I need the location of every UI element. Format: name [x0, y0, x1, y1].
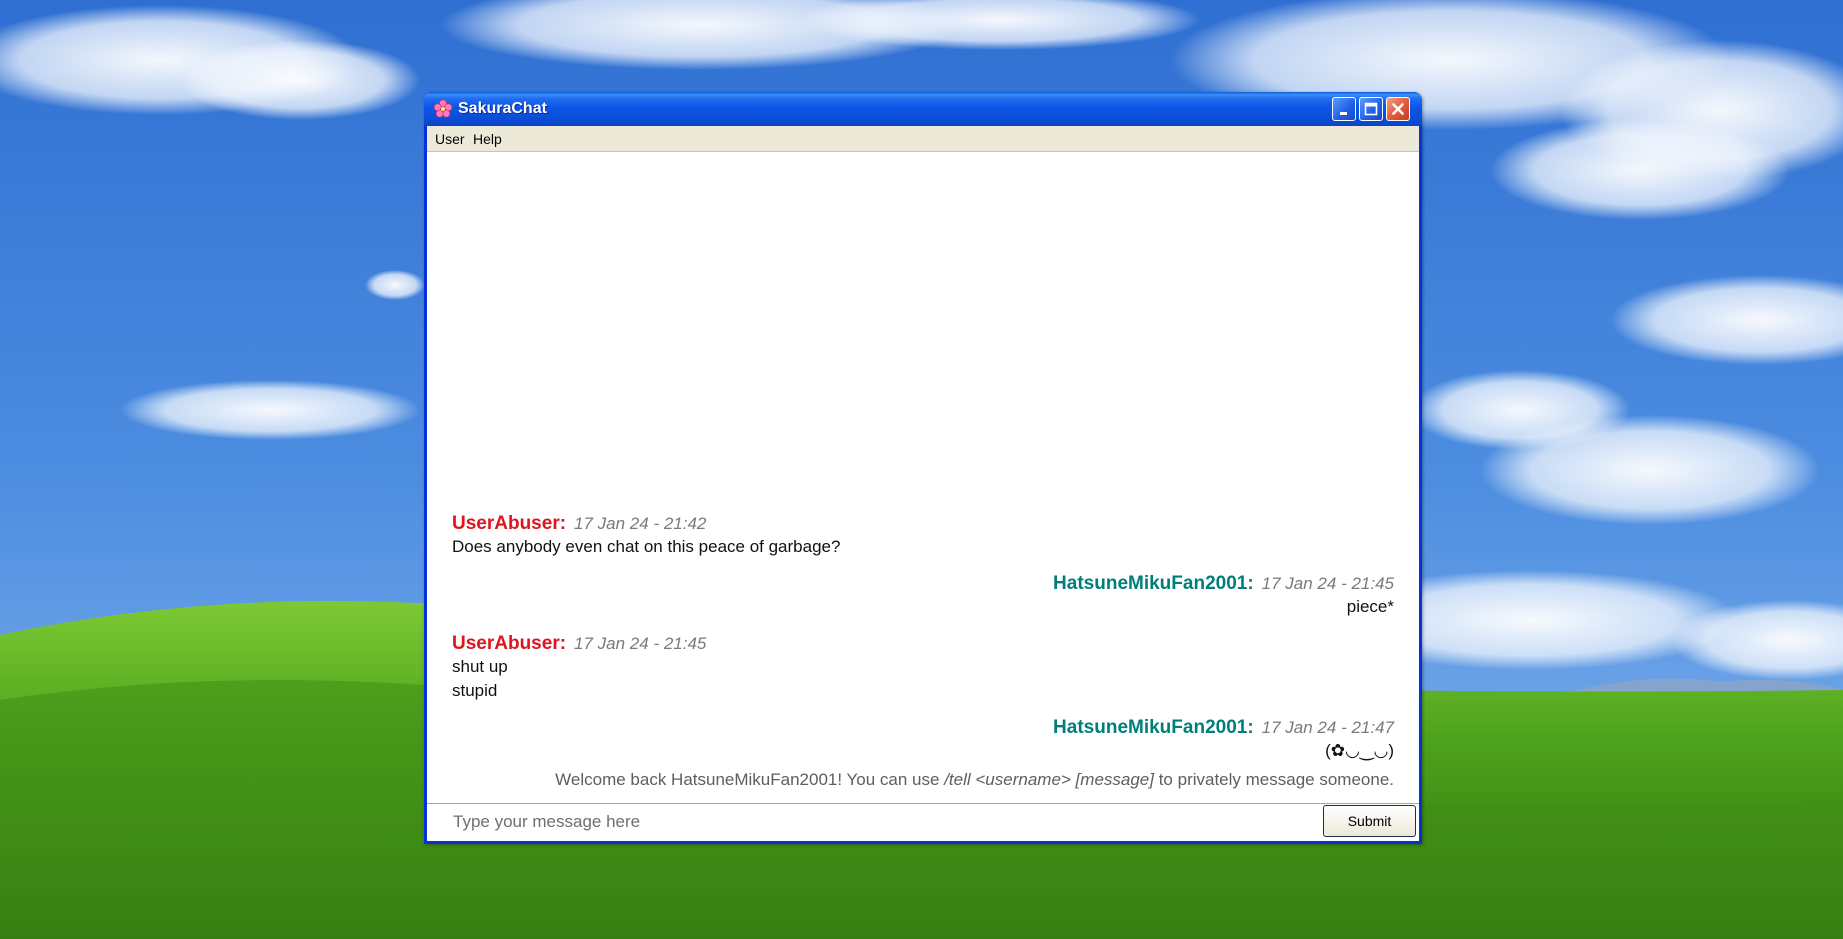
chat-message: UserAbuser: 17 Jan 24 - 21:45 shut up stu…	[452, 633, 706, 703]
system-message-prefix: Welcome back HatsuneMikuFan2001! You can…	[555, 770, 945, 789]
maximize-icon	[1364, 102, 1378, 116]
system-message-suffix: to privately message someone.	[1153, 770, 1394, 789]
message-sender[interactable]: UserAbuser:	[452, 513, 566, 534]
message-sender[interactable]: HatsuneMikuFan2001:	[1053, 717, 1254, 738]
message-timestamp: 17 Jan 24 - 21:42	[574, 514, 707, 533]
composer-bar: Submit	[427, 803, 1419, 841]
minimize-button[interactable]	[1332, 97, 1356, 121]
minimize-icon	[1340, 112, 1347, 115]
submit-button[interactable]: Submit	[1323, 805, 1416, 837]
window-client-area: User Help UserAbuser: 17 Jan 24 - 21:42 D…	[427, 126, 1419, 841]
menu-item-help[interactable]: Help	[473, 131, 502, 147]
message-sender[interactable]: UserAbuser:	[452, 633, 566, 654]
sakura-flower-icon	[433, 99, 453, 118]
message-text: (✿◡‿◡)	[1325, 741, 1394, 760]
window-title: SakuraChat	[458, 100, 547, 117]
maximize-button[interactable]	[1359, 97, 1383, 121]
menu-bar: User Help	[427, 126, 1419, 152]
chat-message: HatsuneMikuFan2001: 17 Jan 24 - 21:47 (✿◡…	[1053, 717, 1394, 763]
message-text: Does anybody even chat on this peace of …	[452, 537, 841, 556]
message-text: piece*	[1346, 597, 1394, 616]
chat-log[interactable]: UserAbuser: 17 Jan 24 - 21:42 Does anybod…	[427, 152, 1419, 803]
system-message-command: /tell <username> [message]	[944, 770, 1154, 789]
message-timestamp: 17 Jan 24 - 21:45	[1261, 574, 1394, 593]
message-sender[interactable]: HatsuneMikuFan2001:	[1053, 573, 1254, 594]
message-timestamp: 17 Jan 24 - 21:45	[574, 634, 707, 653]
message-text: stupid	[452, 681, 498, 700]
close-button[interactable]	[1386, 97, 1410, 121]
message-input[interactable]	[435, 807, 1305, 837]
message-timestamp: 17 Jan 24 - 21:47	[1261, 718, 1394, 737]
message-text: shut up	[452, 657, 508, 676]
chat-message: HatsuneMikuFan2001: 17 Jan 24 - 21:45 pie…	[1053, 573, 1394, 619]
sakurachat-window: SakuraChat User Help UserAbuser: 17 Jan …	[424, 92, 1422, 844]
system-message: Welcome back HatsuneMikuFan2001! You can…	[555, 770, 1394, 790]
close-icon	[1392, 103, 1404, 115]
menu-item-user[interactable]: User	[435, 131, 465, 147]
chat-message: UserAbuser: 17 Jan 24 - 21:42 Does anybod…	[452, 513, 840, 559]
title-bar[interactable]: SakuraChat	[424, 92, 1422, 126]
